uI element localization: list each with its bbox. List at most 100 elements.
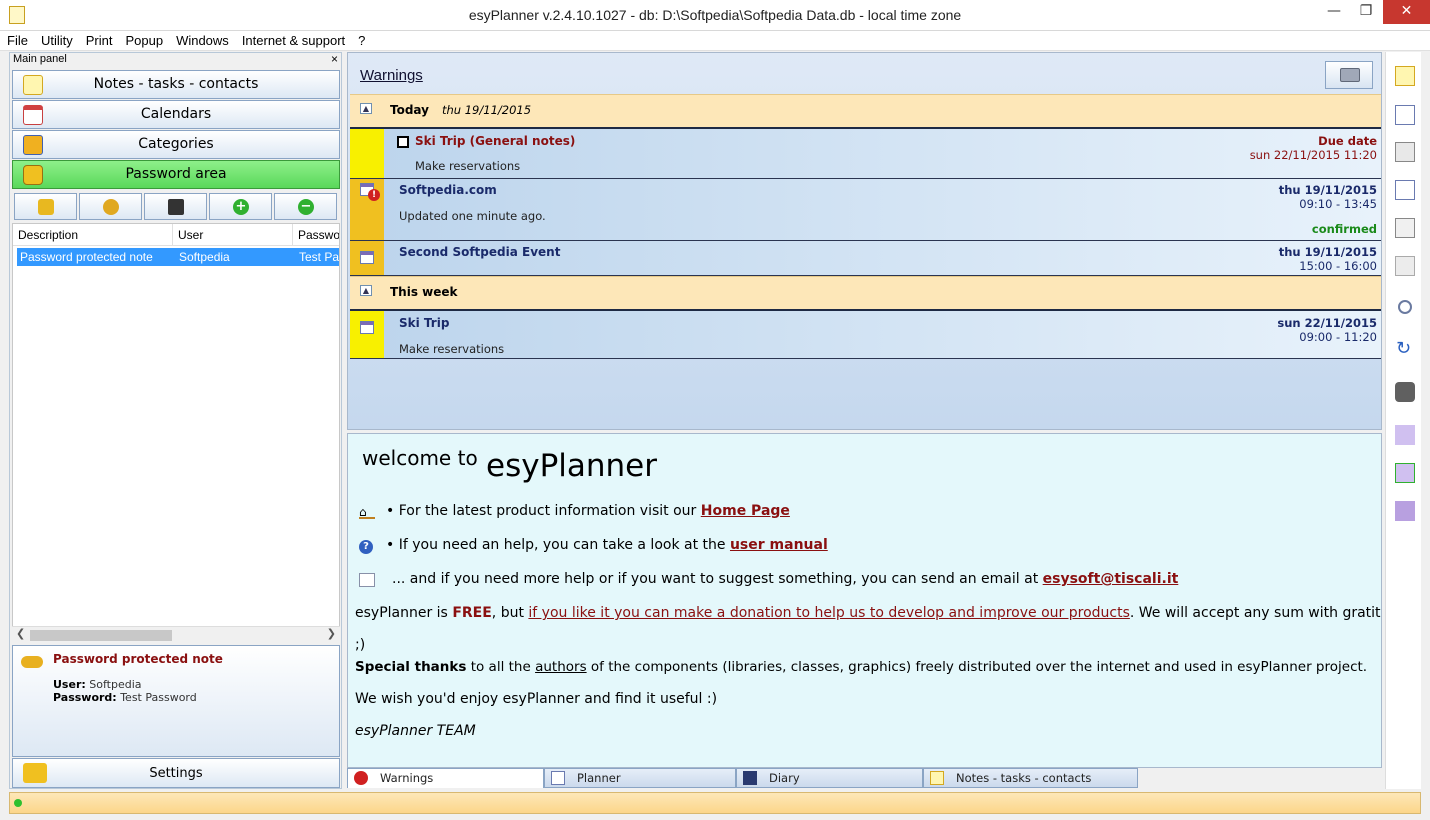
keys-button[interactable] — [79, 193, 142, 220]
diary-icon — [743, 771, 757, 785]
warning-item[interactable]: Ski Trip Make reservations sun 22/11/201… — [350, 311, 1381, 359]
padlock-icon — [23, 165, 43, 185]
add-button[interactable]: + — [209, 193, 272, 220]
close-button[interactable]: ✕ — [1383, 0, 1430, 24]
scroll-right-icon[interactable]: ❯ — [327, 627, 336, 640]
menu-bar: File Utility Print Popup Windows Internet & s… — [0, 31, 1430, 51]
warning-item[interactable]: Ski Trip (General notes) Make reservatio… — [350, 129, 1381, 179]
scrollbar-thumb[interactable] — [30, 630, 172, 641]
password-detail: Password protected note User: Softpedia … — [12, 645, 340, 757]
planner-icon — [551, 771, 565, 785]
email-link[interactable]: esysoft@tiscali.it — [1043, 571, 1179, 587]
warnings-panel: Warnings ▲ Today thu 19/11/2015 Ski Trip… — [347, 52, 1382, 430]
puzzle-icon — [23, 763, 47, 783]
group-week-label: This week — [390, 285, 458, 299]
column-user[interactable]: User — [173, 224, 293, 246]
plus-icon: + — [233, 199, 249, 215]
home-icon: ⌂ — [359, 505, 375, 519]
group-this-week: ▲ This week — [350, 276, 1381, 311]
user-manual-link[interactable]: user manual — [730, 537, 828, 553]
key-icon — [21, 656, 43, 668]
status-indicator-icon — [14, 799, 22, 807]
help-icon: ? — [359, 540, 373, 554]
menu-file[interactable]: File — [0, 31, 34, 48]
card-icon[interactable] — [1395, 218, 1415, 238]
settings-label: Settings — [149, 766, 203, 781]
table-row[interactable]: Password protected note Softpedia Test P… — [17, 248, 339, 266]
authors-link[interactable]: authors — [535, 659, 587, 675]
new-note-icon[interactable] — [1395, 66, 1415, 86]
horizontal-scrollbar[interactable]: ❮ ❯ — [12, 626, 340, 643]
item-subtitle: Make reservations — [399, 342, 505, 356]
title-bar: esyPlanner v.2.4.10.1027 - db: D:\Softpe… — [0, 0, 1430, 31]
refresh-icon[interactable]: ↻ — [1396, 339, 1416, 359]
minus-icon: − — [298, 199, 314, 215]
welcome-heading-big: esyPlanner — [486, 448, 657, 484]
welcome-line-email: ... and if you need more help or if you … — [392, 571, 1179, 587]
nav-password-area[interactable]: Password area — [12, 160, 340, 189]
warning-item[interactable]: ! Softpedia.com Updated one minute ago. … — [350, 179, 1381, 241]
welcome-line-manual: • If you need an help, you can take a lo… — [386, 537, 828, 553]
main-panel-close-icon[interactable]: × — [331, 52, 338, 66]
scroll-left-icon[interactable]: ❮ — [16, 627, 25, 640]
menu-popup[interactable]: Popup — [118, 31, 169, 48]
camera-icon[interactable] — [1395, 382, 1415, 402]
task-checkbox[interactable] — [397, 136, 409, 148]
keys-icon — [103, 199, 119, 215]
donation-link[interactable]: if you like it you can make a donation t… — [528, 605, 1129, 621]
menu-utility[interactable]: Utility — [34, 31, 79, 48]
status-bar — [9, 792, 1421, 814]
welcome-team: esyPlanner TEAM — [355, 723, 476, 739]
calendar-icon — [23, 105, 43, 125]
minimize-button[interactable]: — — [1318, 0, 1350, 24]
menu-windows[interactable]: Windows — [169, 31, 235, 48]
warning-item[interactable]: Second Softpedia Event thu 19/11/2015 15… — [350, 241, 1381, 276]
menu-print[interactable]: Print — [79, 31, 119, 48]
tab-warnings[interactable]: Warnings — [347, 768, 544, 788]
column-description[interactable]: Description — [13, 224, 173, 246]
item-right-value: sun 22/11/2015 11:20 — [1249, 148, 1377, 162]
tab-notes-tasks-contacts[interactable]: Notes - tasks - contacts — [923, 768, 1138, 788]
nav-label: Notes - tasks - contacts — [93, 76, 259, 92]
column-password[interactable]: Passwo — [293, 224, 339, 246]
warnings-title: Warnings — [360, 67, 423, 84]
menu-help[interactable]: ? — [351, 31, 371, 48]
alarm-icon[interactable] — [1395, 142, 1415, 162]
settings-button[interactable]: Settings — [12, 758, 340, 788]
right-toolbar: ↻ — [1385, 52, 1421, 789]
new-category-icon[interactable] — [1395, 463, 1415, 483]
search-icon[interactable] — [1398, 300, 1412, 314]
calendar-grid-icon[interactable] — [1395, 180, 1415, 200]
menu-internet-support[interactable]: Internet & support — [235, 31, 351, 48]
new-event-icon[interactable] — [1395, 105, 1415, 125]
tab-diary[interactable]: Diary — [736, 768, 923, 788]
welcome-thanks: Special thanks to all the authors of the… — [355, 659, 1368, 675]
collapse-icon[interactable]: ▲ — [360, 285, 372, 296]
cell-description: Password protected note — [20, 250, 153, 264]
detail-user-label: User: — [53, 678, 86, 691]
home-page-link[interactable]: Home Page — [701, 503, 790, 519]
nav-notes-tasks-contacts[interactable]: Notes - tasks - contacts — [12, 70, 340, 99]
categories-stack-icon[interactable] — [1395, 501, 1415, 521]
item-time: 15:00 - 16:00 — [1299, 259, 1377, 273]
list-icon[interactable] — [1395, 256, 1415, 276]
detail-user-value: Softpedia — [89, 678, 142, 691]
nav-calendars[interactable]: Calendars — [12, 100, 340, 129]
item-subtitle: Make reservations — [415, 159, 521, 173]
save-button[interactable] — [144, 193, 207, 220]
nav-categories[interactable]: Categories — [12, 130, 340, 159]
maximize-button[interactable]: ❐ — [1350, 0, 1382, 24]
nav-label: Categories — [138, 136, 214, 152]
tab-planner[interactable]: Planner — [544, 768, 736, 788]
printer-icon — [1340, 68, 1360, 82]
remove-button[interactable]: − — [274, 193, 337, 220]
category-icon[interactable] — [1395, 425, 1415, 445]
collapse-icon[interactable]: ▲ — [360, 103, 372, 114]
detail-password-label: Password: — [53, 691, 117, 704]
print-button[interactable] — [1325, 61, 1373, 89]
warning-icon — [354, 771, 368, 785]
item-right-label: Due date — [1318, 134, 1377, 148]
categories-icon — [23, 135, 43, 155]
cell-user: Softpedia — [179, 250, 230, 264]
lock-button[interactable] — [14, 193, 77, 220]
